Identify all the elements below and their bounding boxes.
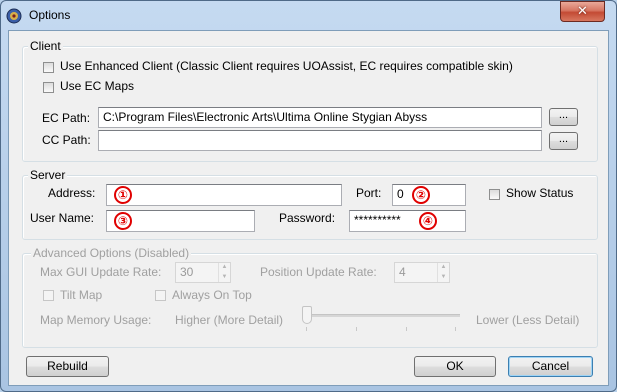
ec-path-label: EC Path:	[42, 111, 91, 125]
spin-down-icon: ▼	[440, 273, 447, 280]
cc-path-browse-button[interactable]: ...	[549, 132, 578, 150]
cancel-button[interactable]: Cancel	[508, 356, 593, 377]
enhanced-client-label[interactable]: Use Enhanced Client (Classic Client requ…	[60, 59, 513, 73]
memory-usage-label: Map Memory Usage:	[40, 313, 152, 327]
password-field[interactable]: **********	[349, 210, 466, 232]
server-group-label: Server	[28, 168, 68, 182]
ec-maps-checkbox[interactable]	[43, 82, 54, 93]
max-gui-rate-value: 30	[180, 265, 194, 279]
username-label: User Name:	[30, 211, 95, 225]
enhanced-client-checkbox[interactable]	[43, 62, 54, 73]
tilt-map-checkbox[interactable]	[43, 290, 54, 301]
slider-tick	[406, 327, 407, 331]
max-gui-rate-spin[interactable]: ▲ ▼	[218, 263, 230, 282]
cc-path-field[interactable]	[98, 130, 542, 151]
marker-4: ④	[419, 212, 437, 230]
address-field[interactable]	[106, 184, 342, 206]
ec-maps-label[interactable]: Use EC Maps	[60, 79, 134, 93]
show-status-checkbox[interactable]	[489, 189, 500, 200]
marker-3: ③	[114, 212, 132, 230]
marker-1: ①	[114, 186, 132, 204]
address-label: Address:	[48, 186, 96, 200]
slider-thumb[interactable]	[302, 306, 312, 324]
password-label: Password:	[279, 211, 336, 225]
rebuild-button[interactable]: Rebuild	[26, 356, 109, 377]
cc-path-label: CC Path:	[42, 133, 91, 147]
port-label: Port:	[356, 186, 382, 200]
show-status-label[interactable]: Show Status	[506, 186, 573, 200]
position-rate-value: 4	[399, 265, 406, 279]
spin-up-icon: ▲	[440, 264, 447, 270]
slider-track	[302, 314, 460, 317]
always-on-top-label[interactable]: Always On Top	[172, 288, 252, 302]
spin-down-icon: ▼	[221, 273, 228, 280]
close-button[interactable]: ✕	[560, 1, 605, 22]
memory-usage-slider[interactable]	[302, 306, 460, 332]
max-gui-rate-label: Max GUI Update Rate:	[40, 265, 162, 279]
ok-button[interactable]: OK	[414, 356, 496, 377]
uo-app-icon	[6, 8, 22, 24]
ec-path-field[interactable]: C:\Program Files\Electronic Arts\Ultima …	[98, 107, 542, 128]
slider-tick	[356, 327, 357, 331]
slider-tick	[306, 327, 307, 331]
advanced-group-label: Advanced Options (Disabled)	[31, 246, 192, 260]
position-rate-label: Position Update Rate:	[260, 265, 377, 279]
client-group-label: Client	[28, 39, 63, 53]
always-on-top-checkbox[interactable]	[155, 290, 166, 301]
memory-high-label: Lower (Less Detail)	[476, 313, 580, 327]
close-icon: ✕	[577, 3, 588, 18]
memory-low-label: Higher (More Detail)	[175, 313, 284, 327]
position-rate-spin[interactable]: ▲ ▼	[437, 263, 449, 282]
title-bar[interactable]: Options ✕	[0, 0, 617, 30]
ec-path-browse-button[interactable]: ...	[549, 108, 578, 126]
tilt-map-label[interactable]: Tilt Map	[60, 288, 102, 302]
marker-2: ②	[412, 186, 430, 204]
spin-up-icon: ▲	[221, 264, 228, 270]
slider-tick	[455, 327, 456, 331]
window-title: Options	[29, 8, 71, 22]
